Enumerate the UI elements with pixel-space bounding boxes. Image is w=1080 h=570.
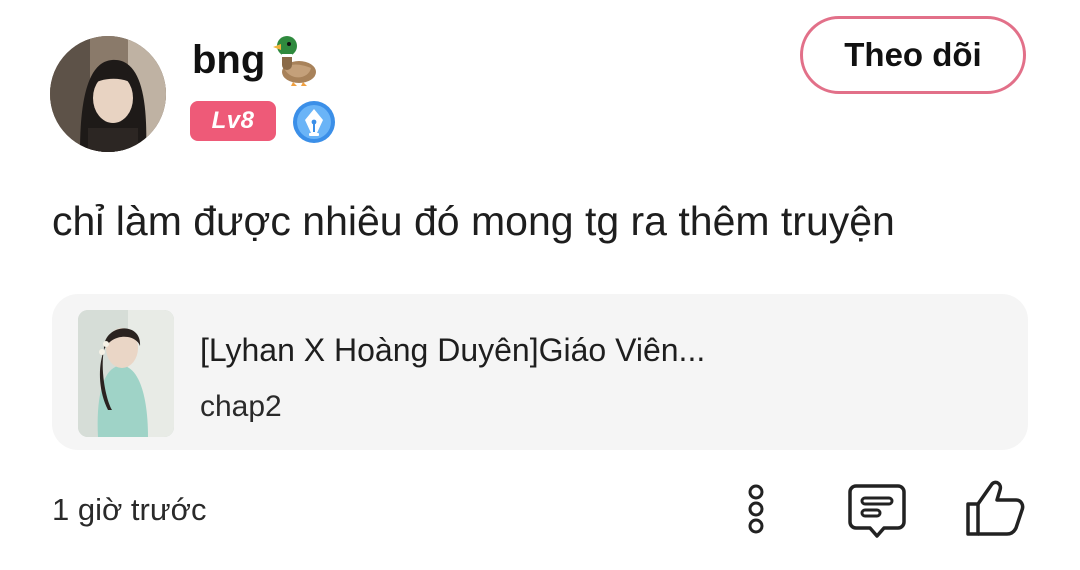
story-cover-image [78, 310, 174, 437]
more-vertical-icon[interactable] [736, 484, 776, 534]
username[interactable]: bng [192, 34, 319, 86]
pen-nib-badge-icon[interactable] [292, 100, 336, 144]
level-badge: Lv8 [190, 101, 276, 141]
comment-icon[interactable] [846, 482, 908, 540]
username-label: bng [192, 37, 266, 82]
avatar[interactable] [50, 36, 166, 152]
follow-button[interactable]: Theo dõi [800, 16, 1026, 94]
story-card[interactable]: [Lyhan X Hoàng Duyên]Giáo Viên... chap2 [52, 294, 1028, 450]
thumbs-up-icon[interactable] [964, 478, 1026, 538]
story-chapter: chap2 [200, 390, 282, 423]
duck-emoji-icon [271, 34, 319, 86]
comment-text: chỉ làm được nhiêu đó mong tg ra thêm tr… [52, 198, 895, 244]
timestamp: 1 giờ trước [52, 492, 207, 527]
story-title: [Lyhan X Hoàng Duyên]Giáo Viên... [200, 332, 706, 368]
